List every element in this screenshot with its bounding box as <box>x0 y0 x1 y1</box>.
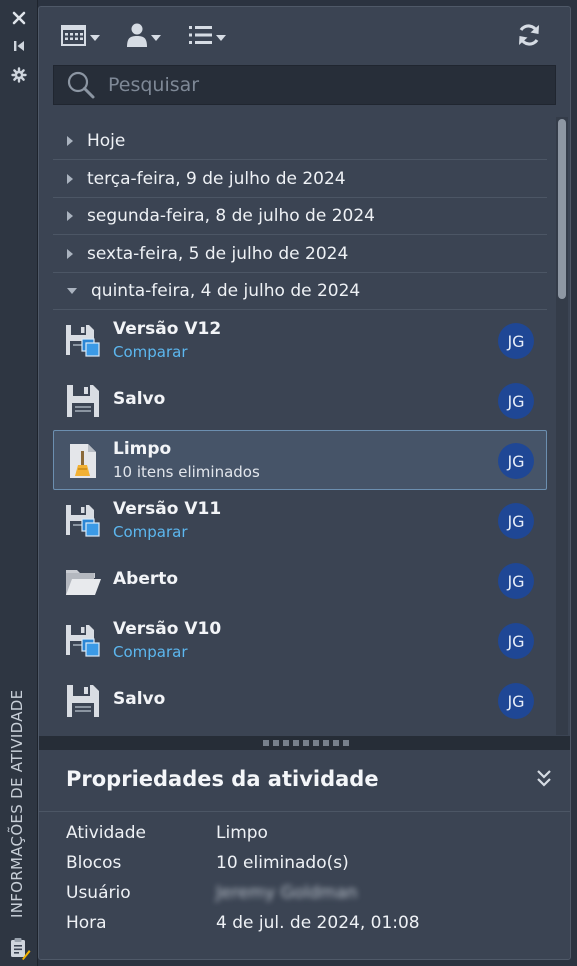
compare-link[interactable]: Comparar <box>113 523 188 541</box>
activity-title: Versão V11 <box>113 499 222 519</box>
avatar: JG <box>498 443 534 479</box>
chevron-down-icon <box>216 35 226 41</box>
search-icon <box>66 70 96 100</box>
activity-row[interactable]: Aberto JG <box>53 550 547 610</box>
properties-header: Propriedades da atividade <box>39 750 570 812</box>
activity-title: Aberto <box>113 569 179 589</box>
property-key: Blocos <box>66 853 122 873</box>
property-value: Limpo <box>216 823 268 843</box>
avatar: JG <box>498 623 534 659</box>
date-group-row[interactable]: Hoje <box>53 123 547 160</box>
activity-row[interactable]: Versão V12 Comparar JG <box>53 310 547 370</box>
property-row: Blocos 10 eliminado(s) <box>66 853 546 879</box>
property-row: Hora 4 de jul. de 2024, 01:08 <box>66 913 546 939</box>
property-value: 4 de jul. de 2024, 01:08 <box>216 913 420 933</box>
list-view-icon <box>189 24 213 50</box>
expanded-triangle-icon[interactable] <box>67 288 77 294</box>
property-key: Usuário <box>66 883 131 903</box>
search-input[interactable] <box>108 74 528 96</box>
activity-panel: Hoje terça-feira, 9 de julho de 2024 segun… <box>38 6 571 960</box>
gear-icon[interactable] <box>9 65 29 85</box>
compare-link[interactable]: Comparar <box>113 643 188 661</box>
collapsed-triangle-icon[interactable] <box>67 174 73 184</box>
activity-list: Hoje terça-feira, 9 de julho de 2024 segun… <box>39 115 570 735</box>
save-version-icon <box>64 622 102 660</box>
property-row: Usuário Jeremy Goldman <box>66 883 546 909</box>
property-value: Jeremy Goldman <box>216 883 358 903</box>
date-group-row[interactable]: terça-feira, 9 de julho de 2024 <box>53 161 547 198</box>
avatar: JG <box>498 503 534 539</box>
date-group-label: quinta-feira, 4 de julho de 2024 <box>91 281 361 301</box>
property-value: 10 eliminado(s) <box>216 853 349 873</box>
collapsed-triangle-icon[interactable] <box>67 211 73 221</box>
open-folder-icon <box>64 562 102 600</box>
activity-row[interactable]: Limpo 10 itens eliminados JG <box>53 430 547 490</box>
save-version-icon <box>64 502 102 540</box>
avatar: JG <box>498 383 534 419</box>
refresh-icon <box>516 22 542 52</box>
compare-link[interactable]: Comparar <box>113 343 188 361</box>
activity-row[interactable]: Salvo JG <box>53 670 547 730</box>
save-version-icon <box>64 322 102 360</box>
date-group-label: terça-feira, 9 de julho de 2024 <box>87 169 346 189</box>
avatar: JG <box>498 683 534 719</box>
date-group-row[interactable]: quinta-feira, 4 de julho de 2024 <box>53 273 547 310</box>
date-group-row[interactable]: segunda-feira, 8 de julho de 2024 <box>53 198 547 235</box>
collapse-properties-button[interactable] <box>535 768 555 792</box>
date-group-label: Hoje <box>87 131 126 151</box>
activity-title: Limpo <box>113 439 172 459</box>
activity-title: Salvo <box>113 689 166 709</box>
clipboard-activity-icon[interactable] <box>8 936 32 960</box>
search-box <box>53 65 556 105</box>
user-filter-icon <box>126 22 148 52</box>
chevron-down-icon <box>151 35 161 41</box>
calendar-filter-dropdown[interactable] <box>61 23 100 51</box>
avatar: JG <box>498 323 534 359</box>
activity-detail: 10 itens eliminados <box>113 463 260 481</box>
toolbar <box>39 7 570 65</box>
chevron-down-icon <box>90 35 100 41</box>
save-icon <box>64 382 102 420</box>
date-group-label: segunda-feira, 8 de julho de 2024 <box>87 206 375 226</box>
property-key: Hora <box>66 913 107 933</box>
double-chevron-down-icon <box>537 770 551 787</box>
date-group-row[interactable]: sexta-feira, 5 de julho de 2024 <box>53 236 547 273</box>
activity-row[interactable]: Salvo JG <box>53 370 547 430</box>
user-filter-dropdown[interactable] <box>126 23 161 51</box>
activity-title: Versão V12 <box>113 319 222 339</box>
properties-title: Propriedades da atividade <box>66 767 379 791</box>
activity-title: Salvo <box>113 389 166 409</box>
activity-row[interactable]: Versão V11 Comparar JG <box>53 490 547 550</box>
refresh-button[interactable] <box>516 23 542 51</box>
activity-palette-strip: INFORMAÇÕES DE ATIVIDADE <box>0 0 38 966</box>
close-icon[interactable] <box>9 8 29 28</box>
activity-row[interactable]: Versão V10 Comparar JG <box>53 610 547 670</box>
collapsed-triangle-icon[interactable] <box>67 136 73 146</box>
save-icon <box>64 682 102 720</box>
date-group-label: sexta-feira, 5 de julho de 2024 <box>87 244 349 264</box>
calendar-filter-icon <box>61 23 87 51</box>
collapse-to-edge-icon[interactable] <box>9 36 29 56</box>
list-view-dropdown[interactable] <box>189 23 226 51</box>
panel-splitter-handle[interactable] <box>39 736 570 750</box>
scrollbar-thumb[interactable] <box>558 119 566 299</box>
activity-title: Versão V10 <box>113 619 222 639</box>
avatar: JG <box>498 563 534 599</box>
list-scrollbar[interactable] <box>556 117 568 735</box>
property-row: Atividade Limpo <box>66 823 546 849</box>
collapsed-triangle-icon[interactable] <box>67 249 73 259</box>
palette-title: INFORMAÇÕES DE ATIVIDADE <box>8 689 26 918</box>
purge-document-icon <box>64 442 102 480</box>
property-key: Atividade <box>66 823 146 843</box>
